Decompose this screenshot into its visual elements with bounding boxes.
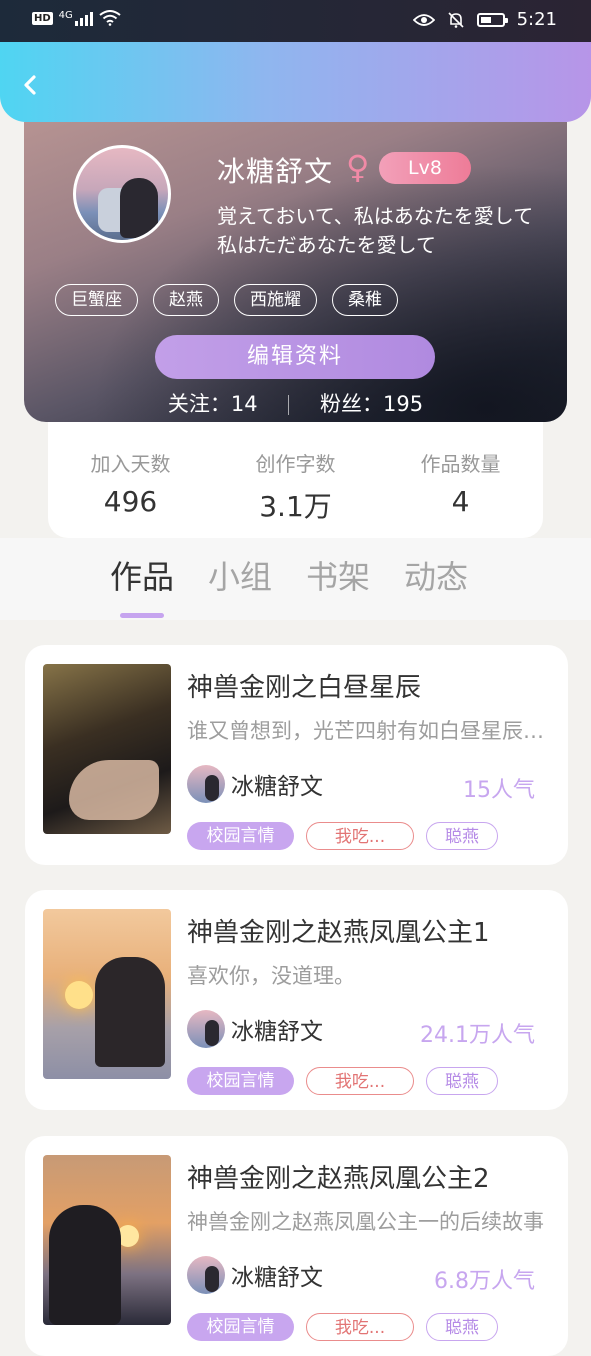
divider — [288, 395, 290, 415]
tab-label: 作品 — [110, 558, 175, 596]
tab-label: 小组 — [208, 558, 273, 596]
stat-join-days: 加入天数 496 — [48, 420, 213, 538]
tabs-bar: 作品 小组 书架 动态 — [0, 538, 591, 620]
stat-works-count: 作品数量 4 — [378, 420, 543, 538]
follow-stats: 关注：14 粉丝：195 — [24, 388, 567, 418]
profile-bio: 覚えておいて、私はあなたを愛して 私はただあなたを愛して — [217, 202, 567, 260]
back-arrow-icon[interactable] — [18, 72, 44, 98]
work-tag[interactable]: 我吃... — [306, 1313, 414, 1341]
stat-value: 496 — [103, 485, 158, 518]
followers-link[interactable]: 粉丝：195 — [320, 388, 423, 418]
work-description: 神兽金刚之赵燕凤凰公主一的后续故事 — [187, 1210, 544, 1234]
work-popularity: 24.1万人气 — [420, 1023, 535, 1048]
stats-card: 加入天数 496 创作字数 3.1万 作品数量 4 — [48, 420, 543, 538]
stat-value: 3.1万 — [259, 490, 332, 523]
work-tag[interactable]: 聪燕 — [426, 1067, 498, 1095]
work-description: 谁又曾想到，光芒四射有如白昼星辰的少年 — [187, 719, 547, 743]
followers-count: 195 — [383, 392, 424, 416]
work-title: 神兽金刚之赵燕凤凰公主1 — [187, 918, 490, 948]
profile-tag[interactable]: 赵燕 — [153, 284, 219, 316]
eye-icon — [412, 13, 435, 26]
tab-label: 动态 — [404, 558, 469, 596]
author-avatar — [187, 765, 225, 803]
active-tab-indicator — [120, 613, 165, 618]
tab-works[interactable]: 作品 — [110, 552, 175, 618]
work-tag[interactable]: 聪燕 — [426, 822, 498, 850]
work-tag[interactable]: 我吃... — [306, 1067, 414, 1095]
work-card[interactable]: 神兽金刚之赵燕凤凰公主1 喜欢你，没道理。 冰糖舒文 24.1万人气 校园言情 … — [25, 890, 568, 1110]
work-description: 喜欢你，没道理。 — [187, 964, 355, 988]
work-card[interactable]: 神兽金刚之白昼星辰 谁又曾想到，光芒四射有如白昼星辰的少年 冰糖舒文 15人气 … — [25, 645, 568, 865]
level-badge: Lv8 — [379, 152, 471, 184]
signal-icon — [74, 10, 93, 26]
hd-icon: HD — [32, 11, 53, 25]
work-cover-image — [43, 909, 171, 1079]
author-avatar — [187, 1010, 225, 1048]
stat-label: 创作字数 — [255, 452, 336, 476]
tab-groups[interactable]: 小组 — [208, 552, 272, 598]
work-cover-image — [43, 1155, 171, 1325]
female-icon: ♀ — [346, 148, 370, 186]
work-tags: 校园言情 我吃... 聪燕 — [187, 1313, 498, 1341]
wifi-icon — [99, 10, 121, 26]
work-author[interactable]: 冰糖舒文 — [187, 765, 323, 803]
tab-bookshelf[interactable]: 书架 — [306, 552, 370, 598]
edit-profile-button[interactable]: 编辑资料 — [155, 335, 435, 379]
tab-label: 书架 — [306, 558, 371, 596]
network-type: 4G — [58, 10, 73, 21]
author-name: 冰糖舒文 — [231, 1265, 323, 1291]
profile-card: 冰糖舒文 ♀ Lv8 覚えておいて、私はあなたを愛して 私はただあなたを愛して … — [24, 122, 567, 422]
author-name: 冰糖舒文 — [231, 1019, 323, 1045]
work-tag[interactable]: 校园言情 — [187, 1067, 294, 1095]
profile-tag[interactable]: 西施耀 — [234, 284, 317, 316]
following-link[interactable]: 关注：14 — [168, 388, 258, 418]
battery-icon — [476, 12, 508, 27]
work-title: 神兽金刚之白昼星辰 — [187, 673, 422, 703]
work-tag[interactable]: 我吃... — [306, 822, 414, 850]
mute-bell-icon — [448, 11, 464, 28]
work-title: 神兽金刚之赵燕凤凰公主2 — [187, 1164, 490, 1194]
clock: 5:21 — [516, 9, 557, 30]
work-tags: 校园言情 我吃... 聪燕 — [187, 822, 498, 850]
bio-line-1: 覚えておいて、私はあなたを愛して — [217, 204, 534, 228]
followers-label: 粉丝： — [320, 392, 383, 416]
work-tag[interactable]: 聪燕 — [426, 1313, 498, 1341]
stat-label: 作品数量 — [420, 452, 501, 476]
work-tag[interactable]: 校园言情 — [187, 822, 294, 850]
following-label: 关注： — [167, 392, 231, 416]
work-popularity: 6.8万人气 — [434, 1269, 535, 1294]
status-bar: HD 4G 5:21 — [0, 0, 591, 42]
profile-tag[interactable]: 巨蟹座 — [55, 284, 138, 316]
following-count: 14 — [230, 392, 258, 416]
profile-tags: 巨蟹座 赵燕 西施耀 桑稚 — [55, 284, 398, 316]
work-cover-image — [43, 664, 171, 834]
work-card[interactable]: 神兽金刚之赵燕凤凰公主2 神兽金刚之赵燕凤凰公主一的后续故事 冰糖舒文 6.8万… — [25, 1136, 568, 1356]
author-avatar — [187, 1256, 225, 1294]
work-popularity: 15人气 — [463, 778, 535, 803]
work-author[interactable]: 冰糖舒文 — [187, 1256, 323, 1294]
stat-word-count: 创作字数 3.1万 — [213, 420, 378, 538]
author-name: 冰糖舒文 — [231, 774, 323, 800]
work-tags: 校园言情 我吃... 聪燕 — [187, 1067, 498, 1095]
avatar[interactable] — [73, 145, 171, 243]
profile-username: 冰糖舒文 — [217, 155, 334, 188]
stat-value: 4 — [451, 485, 470, 518]
work-tag[interactable]: 校园言情 — [187, 1313, 294, 1341]
work-author[interactable]: 冰糖舒文 — [187, 1010, 323, 1048]
bio-line-2: 私はただあなたを愛して — [217, 233, 436, 257]
profile-tag[interactable]: 桑稚 — [332, 284, 398, 316]
header-bar — [0, 42, 591, 122]
stat-label: 加入天数 — [90, 452, 171, 476]
tab-activity[interactable]: 动态 — [404, 552, 468, 598]
